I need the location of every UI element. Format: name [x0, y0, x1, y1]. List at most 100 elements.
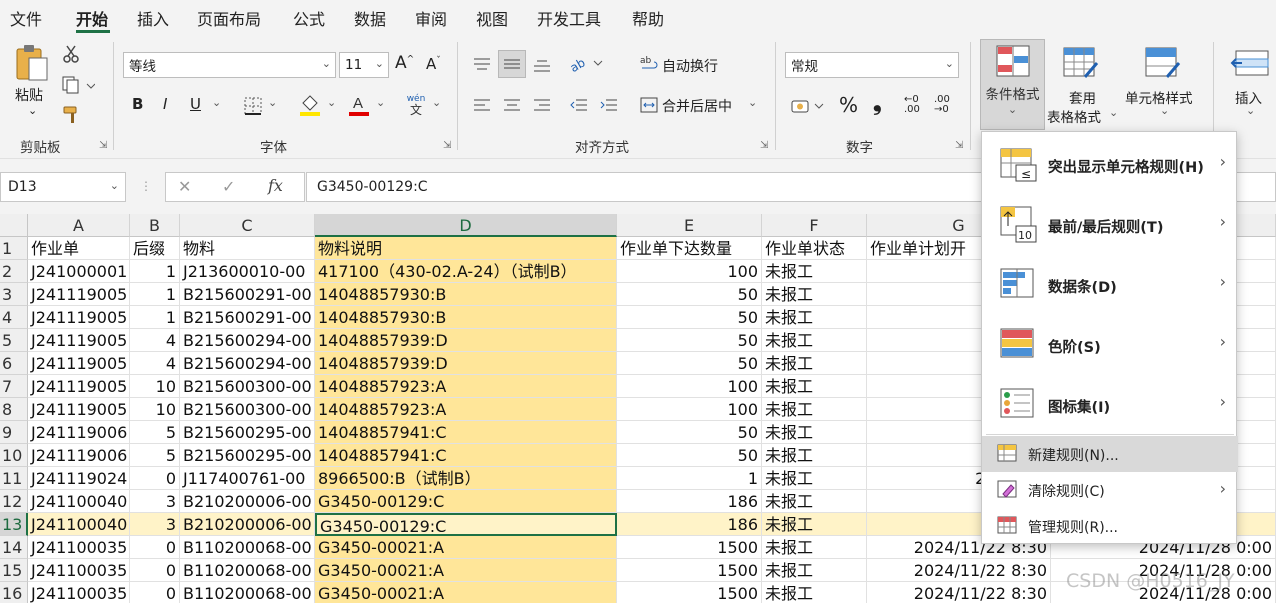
name-box[interactable]: D13 ⌄ [0, 172, 126, 202]
copy-icon[interactable] [58, 74, 98, 96]
chevron-down-icon[interactable]: ⌄ [212, 96, 221, 109]
cell-e[interactable]: 50 [617, 306, 762, 329]
cell-e[interactable]: 作业单下达数量 [617, 237, 762, 260]
cell-e[interactable]: 186 [617, 513, 762, 536]
cell-c[interactable]: B215600291-00 [180, 306, 315, 329]
insert-function-icon[interactable]: fx [268, 176, 283, 195]
chevron-down-icon[interactable]: ⌄ [748, 96, 757, 109]
cancel-icon[interactable]: ✕ [178, 177, 191, 196]
cell-e[interactable]: 1500 [617, 582, 762, 603]
cell-f[interactable]: 未报工 [762, 352, 867, 375]
column-header-d[interactable]: D [315, 214, 617, 237]
row-header[interactable]: 7 [0, 375, 28, 398]
cell-a[interactable]: J241100035 [28, 536, 130, 559]
cell-d[interactable]: 14048857939:D [315, 329, 617, 352]
cell-b[interactable]: 1 [130, 283, 180, 306]
tab-help[interactable]: 帮助 [632, 6, 664, 30]
tab-developer[interactable]: 开发工具 [537, 6, 601, 30]
chevron-down-icon[interactable]: ⌄ [1160, 104, 1169, 117]
alignment-launcher-icon[interactable]: ⇲ [760, 140, 768, 151]
cell-a[interactable]: J241119005 [28, 375, 130, 398]
align-left-icon[interactable] [470, 94, 494, 116]
cell-d[interactable]: G3450-00021:A [315, 582, 617, 603]
cell-f[interactable]: 未报工 [762, 559, 867, 582]
cell-b[interactable]: 0 [130, 467, 180, 490]
cell-d[interactable]: G3450-00129:C [315, 490, 617, 513]
tab-home[interactable]: 开始 [76, 6, 108, 30]
cell-f[interactable]: 未报工 [762, 490, 867, 513]
tab-insert[interactable]: 插入 [137, 6, 169, 30]
cell-a[interactable]: J241119005 [28, 352, 130, 375]
cell-f[interactable]: 未报工 [762, 398, 867, 421]
italic-icon[interactable]: I [163, 95, 167, 113]
cell-d[interactable]: G3450-00129:C [315, 513, 617, 536]
orientation-icon[interactable]: ab [566, 51, 606, 75]
clipboard-launcher-icon[interactable]: ⇲ [99, 140, 107, 151]
increase-indent-icon[interactable] [597, 94, 621, 116]
enter-icon[interactable]: ✓ [222, 177, 235, 196]
format-as-table-label-2[interactable]: 表格格式 [1047, 106, 1101, 126]
cell-b[interactable]: 3 [130, 513, 180, 536]
cell-g[interactable]: 2024/11/22 8:30 [867, 582, 1051, 603]
menu-item-data-bars[interactable]: 数据条(D) › [982, 256, 1238, 314]
font-name-select[interactable]: 等线 ⌄ [123, 52, 336, 78]
cell-e[interactable]: 1 [617, 467, 762, 490]
cell-a[interactable]: J241119005 [28, 329, 130, 352]
row-header[interactable]: 14 [0, 536, 28, 559]
cell-b[interactable]: 10 [130, 375, 180, 398]
menu-item-new-rule[interactable]: 新建规则(N)... [982, 436, 1238, 472]
increase-font-size-icon[interactable]: A^ [395, 53, 414, 73]
row-header[interactable]: 10 [0, 444, 28, 467]
tab-view[interactable]: 视图 [476, 6, 508, 30]
chevron-down-icon[interactable]: ⌄ [432, 96, 441, 109]
row-header[interactable]: 1 [0, 237, 28, 260]
decrease-indent-icon[interactable] [567, 94, 591, 116]
cell-b[interactable]: 0 [130, 536, 180, 559]
wrap-text-icon[interactable]: ab [638, 52, 660, 74]
cut-icon[interactable] [60, 44, 82, 64]
column-header-f[interactable]: F [762, 214, 867, 237]
chevron-down-icon[interactable]: ⌄ [268, 96, 277, 109]
cell-a[interactable]: J241119005 [28, 306, 130, 329]
cell-b[interactable]: 5 [130, 421, 180, 444]
cell-f[interactable]: 未报工 [762, 260, 867, 283]
font-size-select[interactable]: 11 ⌄ [339, 52, 389, 78]
menu-item-clear-rules[interactable]: 清除规则(C) › [982, 472, 1238, 508]
align-middle-icon[interactable] [498, 50, 526, 78]
number-launcher-icon[interactable]: ⇲ [955, 140, 963, 151]
cell-a[interactable]: J241100040 [28, 490, 130, 513]
menu-item-color-scales[interactable]: 色阶(S) › [982, 316, 1238, 374]
align-center-icon[interactable] [500, 94, 524, 116]
tab-page-layout[interactable]: 页面布局 [197, 6, 261, 30]
cell-e[interactable]: 100 [617, 375, 762, 398]
align-top-icon[interactable] [470, 52, 494, 76]
column-header-c[interactable]: C [180, 214, 315, 237]
cell-b[interactable]: 4 [130, 352, 180, 375]
cell-d[interactable]: G3450-00021:A [315, 536, 617, 559]
row-header[interactable]: 12 [0, 490, 28, 513]
cell-e[interactable]: 50 [617, 283, 762, 306]
paste-icon[interactable] [12, 42, 52, 84]
cell-d[interactable]: 14048857923:A [315, 375, 617, 398]
row-header[interactable]: 8 [0, 398, 28, 421]
cell-e[interactable]: 50 [617, 421, 762, 444]
cell-d[interactable]: 14048857923:A [315, 398, 617, 421]
font-color-icon[interactable]: A [347, 92, 371, 118]
merge-center-icon[interactable] [638, 94, 660, 116]
merge-center-label[interactable]: 合并后居中 [662, 96, 732, 116]
cell-e[interactable]: 50 [617, 352, 762, 375]
cell-a[interactable]: J241119006 [28, 421, 130, 444]
row-header[interactable]: 9 [0, 421, 28, 444]
cell-a[interactable]: J241000001 [28, 260, 130, 283]
menu-item-highlight-rules[interactable]: ≤ 突出显示单元格规则(H) › [982, 136, 1238, 194]
cell-e[interactable]: 50 [617, 444, 762, 467]
cell-f[interactable]: 未报工 [762, 513, 867, 536]
cell-b[interactable]: 10 [130, 398, 180, 421]
cell-a[interactable]: J241100035 [28, 559, 130, 582]
cell-f[interactable]: 未报工 [762, 283, 867, 306]
cell-e[interactable]: 100 [617, 398, 762, 421]
cell-a[interactable]: J241100035 [28, 582, 130, 603]
cell-g[interactable]: 2024/11/22 8:30 [867, 559, 1051, 582]
tab-review[interactable]: 审阅 [415, 6, 447, 30]
borders-icon[interactable] [242, 96, 264, 116]
